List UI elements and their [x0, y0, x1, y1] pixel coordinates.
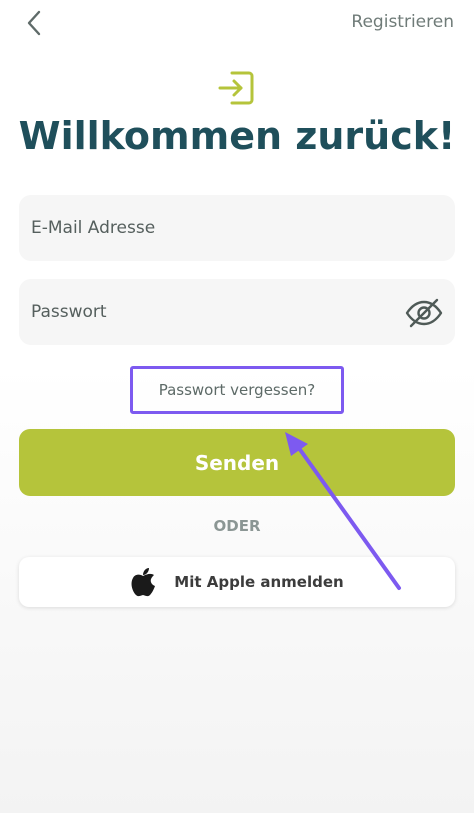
page-title: Willkommen zurück! [18, 114, 456, 158]
apple-signin-label: Mit Apple anmelden [174, 573, 344, 591]
apple-icon [131, 568, 156, 597]
apple-signin-button[interactable]: Mit Apple anmelden [19, 557, 455, 607]
password-field[interactable] [19, 279, 455, 345]
forgot-password-highlight: Passwort vergessen? [130, 366, 344, 414]
register-link[interactable]: Registrieren [351, 12, 454, 32]
email-field[interactable] [19, 195, 455, 261]
chevron-left-icon [27, 10, 41, 36]
password-visibility-toggle[interactable] [404, 293, 444, 333]
or-divider: ODER [213, 517, 261, 535]
login-icon [218, 71, 254, 105]
forgot-password-link[interactable]: Passwort vergessen? [159, 381, 316, 399]
eye-off-icon [405, 298, 443, 328]
back-button[interactable] [18, 6, 50, 40]
submit-button[interactable]: Senden [19, 429, 455, 496]
